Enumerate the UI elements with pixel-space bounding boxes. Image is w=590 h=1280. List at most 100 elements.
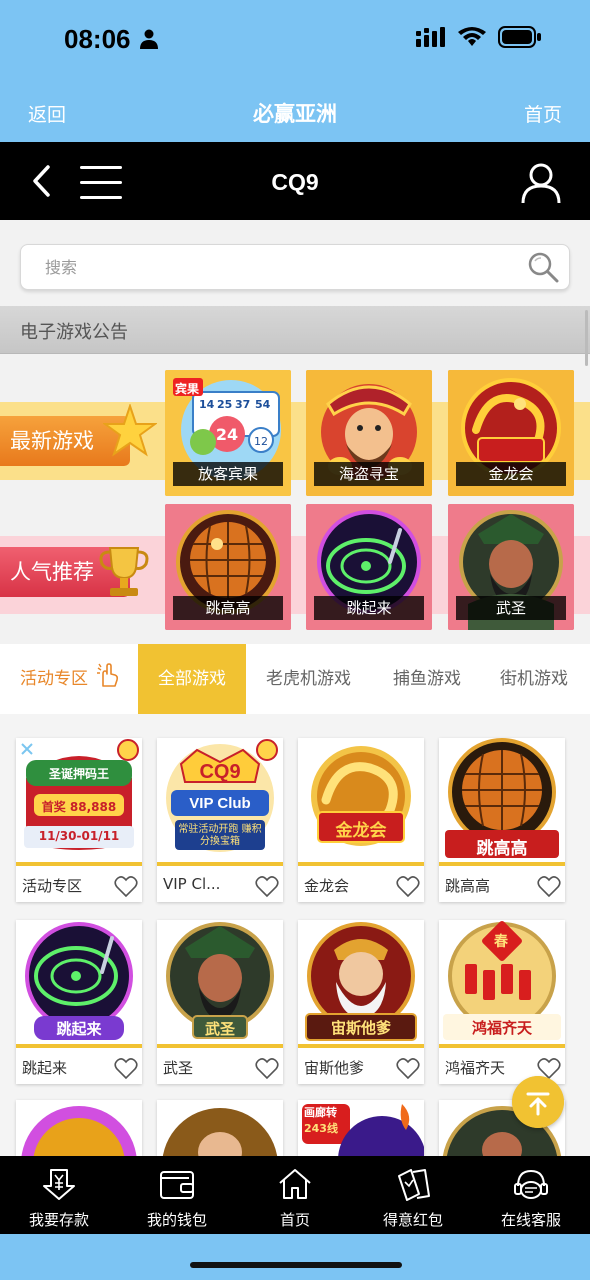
page-title: 必赢亚洲 (253, 102, 337, 126)
game-name: 跳起来 (22, 1059, 68, 1077)
bingo-badge: 宾果 (175, 382, 200, 396)
scroll-to-top-icon[interactable] (512, 1076, 564, 1128)
game-card-partial[interactable] (16, 1100, 142, 1156)
tab-fishing-games[interactable]: 捕鱼游戏 (393, 644, 461, 714)
spin-badge-top: 画廊转 (304, 1106, 337, 1119)
battery-icon (498, 26, 541, 48)
status-icons (416, 26, 542, 48)
promo-title: 圣诞押码王 (48, 767, 109, 781)
vip-subtitle: VIP Club (189, 795, 251, 812)
tab-all-games[interactable]: 全部游戏 (138, 644, 246, 714)
game-name: 跳高高 (445, 877, 491, 895)
star-icon (103, 404, 157, 457)
status-bar: 08:06 (0, 0, 590, 82)
featured-hot-game-1[interactable]: 跳高高 (165, 504, 291, 630)
tab-red-packet[interactable]: 得意红包 (354, 1156, 472, 1234)
trophy-icon (99, 547, 149, 596)
game-name: 鸿福齐天 (445, 1059, 506, 1077)
svg-text:25: 25 (217, 398, 232, 411)
heart-icon[interactable] (537, 876, 561, 898)
game-name: 金龙会 (304, 877, 350, 895)
game-card[interactable]: CQ9 VIP Club 常驻活动开跑 赚积分換宝箱 VIP Cl... (157, 738, 283, 902)
game-card-partial[interactable] (157, 1100, 283, 1156)
game-card-partial[interactable]: 画廊转 243线 (298, 1100, 424, 1156)
heart-icon[interactable] (114, 1058, 138, 1080)
card-accent-bar (157, 862, 283, 866)
card-accent-bar (16, 1044, 142, 1048)
tab-slot-games[interactable]: 老虎机游戏 (266, 644, 351, 714)
featured-new-game-2[interactable]: 海盗寻宝 (306, 370, 432, 496)
card-accent-bar (157, 1044, 283, 1048)
svg-text:37: 37 (235, 398, 250, 411)
search-icon[interactable] (527, 251, 559, 283)
tab-customer-service[interactable]: 在线客服 (472, 1156, 590, 1234)
featured-new-game-3[interactable]: 金龙会 (448, 370, 574, 496)
app-header: 返回 必赢亚洲 首页 (0, 82, 590, 142)
heart-icon[interactable] (396, 1058, 420, 1080)
game-name: 武圣 (163, 1059, 194, 1077)
promo-dates: 11/30-01/11 (38, 829, 120, 843)
heart-icon[interactable] (255, 1058, 279, 1080)
featured-new-game-1[interactable]: 14 25 37 54 24 12 宾果 放客宾果 (165, 370, 291, 496)
featured-game-name: 海盗寻宝 (314, 462, 424, 486)
home-link[interactable]: 首页 (524, 100, 562, 127)
wallet-icon (160, 1171, 194, 1199)
game-card[interactable]: 武圣 武圣 (157, 920, 283, 1084)
tab-label: 我的钱包 (146, 1211, 207, 1229)
wifi-icon (458, 27, 486, 46)
featured-hot-game-2[interactable]: 跳起来 (306, 504, 432, 630)
game-card[interactable]: 圣诞押码王 首奖 88,888 11/30-01/11 活动专区 (16, 738, 142, 902)
tab-activity[interactable]: 活动专区 (20, 644, 121, 714)
warrior-art-text: 武圣 (204, 1020, 235, 1038)
tab-deposit[interactable]: 我要存款 (0, 1156, 118, 1234)
search-box (20, 244, 570, 290)
top-nav: CQ9 (0, 142, 590, 220)
tab-home[interactable]: 首页 (236, 1156, 354, 1234)
card-accent-bar (298, 1044, 424, 1048)
featured-hot-game-3[interactable]: 武圣 (448, 504, 574, 630)
vip-logo-text: CQ9 (199, 761, 241, 783)
announcement-label: 电子游戏公告 (20, 322, 128, 343)
heart-icon[interactable] (114, 876, 138, 898)
god-art-icon (157, 1100, 283, 1156)
search-input[interactable] (45, 253, 525, 281)
card-accent-bar (16, 862, 142, 866)
svg-text:14: 14 (199, 398, 215, 411)
featured-game-name: 跳起来 (314, 596, 424, 620)
home-icon (279, 1169, 311, 1199)
game-card[interactable]: 跳高高 跳高高 (439, 738, 565, 902)
bottom-tab-bar: 我要存款 我的钱包 首页 得意红包 在线客服 (0, 1156, 590, 1234)
tab-wallet[interactable]: 我的钱包 (118, 1156, 236, 1234)
featured-game-name: 武圣 (456, 596, 566, 620)
game-card[interactable]: 跳起来 跳起来 (16, 920, 142, 1084)
svg-text:12: 12 (254, 435, 268, 448)
game-name: 宙斯他爹 (304, 1059, 365, 1077)
zeus-art-text: 宙斯他爹 (330, 1019, 391, 1037)
heart-icon[interactable] (255, 876, 279, 898)
status-time: 08:06 (64, 24, 131, 54)
user-icon[interactable] (520, 162, 562, 204)
tab-label: 首页 (279, 1211, 310, 1229)
nav-title: CQ9 (271, 169, 319, 195)
home-indicator-area (0, 1234, 590, 1280)
svg-text:24: 24 (216, 425, 238, 444)
featured-game-name: 跳高高 (173, 596, 283, 620)
game-card[interactable]: 宙斯他爹 宙斯他爹 (298, 920, 424, 1084)
tab-arcade-games[interactable]: 街机游戏 (500, 644, 568, 714)
tab-label: 在线客服 (500, 1211, 561, 1229)
tab-activity-label: 活动专区 (20, 669, 88, 689)
pointing-hand-icon (97, 663, 119, 687)
vip-promo-text: 常驻活动开跑 赚积分換宝箱 (178, 824, 262, 847)
game-name: VIP Cl... (163, 875, 221, 893)
spring-character: 春 (494, 934, 508, 950)
game-card[interactable]: 春 鸿福齐天 鸿福齐天 (439, 920, 565, 1084)
game-card[interactable]: 金龙会 金龙会 (298, 738, 424, 902)
disco-art-text: 跳高高 (476, 839, 528, 859)
featured-game-name: 放客宾果 (173, 462, 283, 486)
heart-icon[interactable] (396, 876, 420, 898)
home-indicator[interactable] (190, 1262, 402, 1268)
dragon-art-text: 金龙会 (335, 821, 387, 841)
promo-prize: 首奖 88,888 (41, 800, 117, 814)
scrollbar[interactable] (585, 310, 588, 366)
announcement-bar[interactable]: 电子游戏公告 (0, 306, 590, 366)
